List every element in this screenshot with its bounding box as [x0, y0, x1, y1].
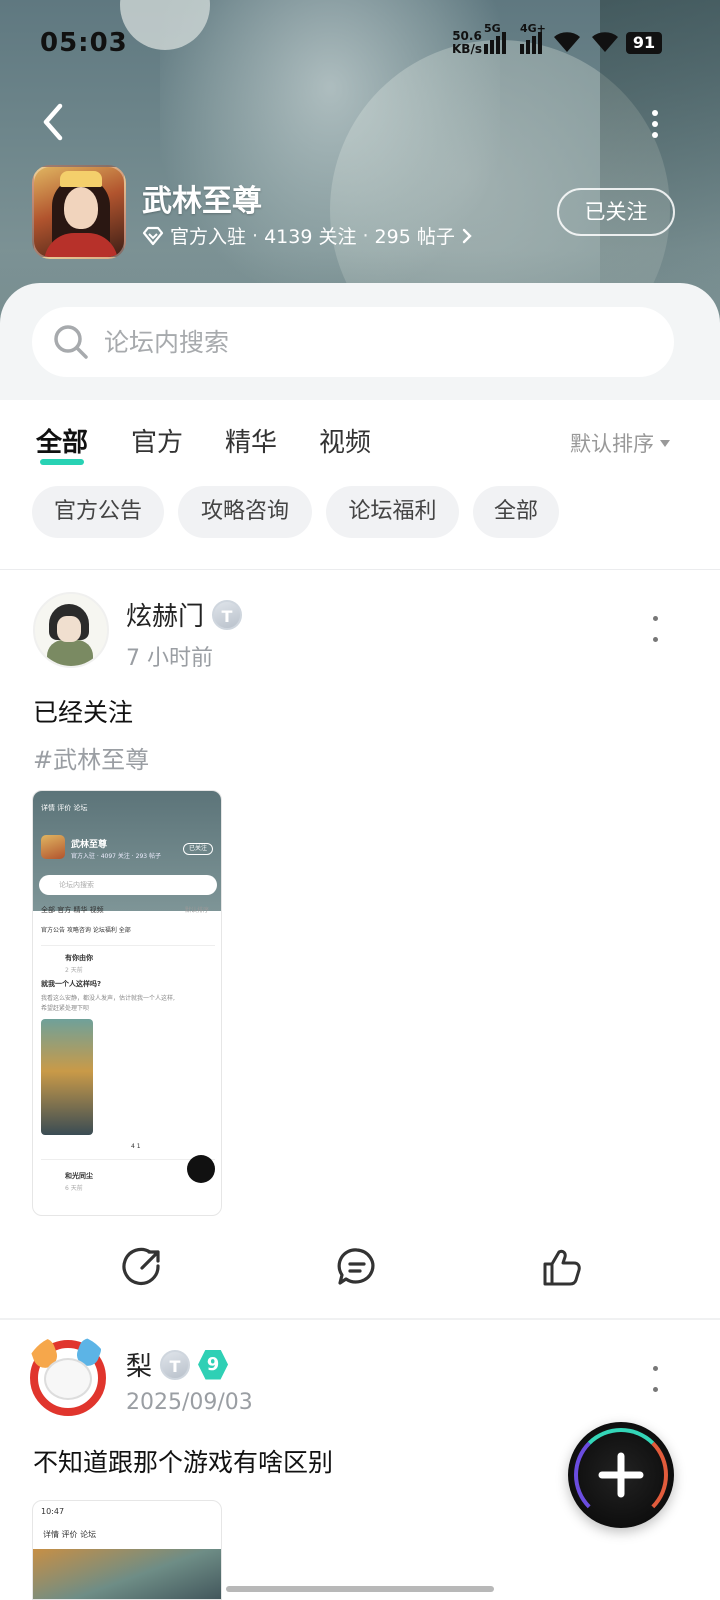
caret-down-icon	[660, 439, 670, 447]
network-speed: 50.6 KB/s	[452, 29, 482, 56]
post-more-button[interactable]	[645, 616, 665, 642]
more-dot-icon	[652, 132, 658, 138]
avatar[interactable]	[33, 592, 109, 668]
level-badge-icon: T	[212, 599, 243, 630]
more-dot-icon	[652, 121, 658, 127]
followers-count: 4139 关注	[264, 226, 357, 248]
signal-4g-icon: 4G+	[520, 22, 546, 54]
like-icon[interactable]	[541, 1246, 583, 1288]
post-author[interactable]: 炫赫门 T	[126, 596, 243, 633]
more-dot-icon	[652, 1387, 658, 1392]
post-topic-tag[interactable]: #武林至尊	[33, 740, 149, 775]
more-options-button[interactable]	[640, 104, 670, 144]
game-meta-row[interactable]: 官方入驻 · 4139 关注 · 295 帖子	[142, 222, 473, 249]
search-panel	[0, 283, 720, 401]
active-tab-indicator	[40, 459, 84, 465]
sort-label: 默认排序	[570, 432, 654, 456]
post-author[interactable]: 梨 T 9	[126, 1346, 229, 1383]
status-time: 05:03	[40, 28, 128, 58]
tab-all[interactable]: 全部	[36, 422, 88, 465]
level-number-badge-icon: 9	[198, 1349, 229, 1380]
share-icon[interactable]	[122, 1246, 164, 1288]
search-input[interactable]	[104, 327, 604, 357]
more-dot-icon	[652, 616, 658, 621]
chip-announcements[interactable]: 官方公告	[32, 486, 164, 538]
sort-dropdown[interactable]: 默认排序	[570, 428, 670, 458]
post-image[interactable]: 10:47 详情 评价 论坛	[32, 1500, 222, 1600]
post-image[interactable]: 详情 评价 论坛 武林至尊 官方入驻 · 4097 关注 · 293 帖子 已关…	[32, 790, 222, 1216]
posts-count: 295 帖子	[374, 226, 455, 248]
game-title: 武林至尊	[142, 184, 262, 219]
post-text[interactable]: 已经关注	[33, 693, 133, 729]
game-icon[interactable]	[32, 165, 126, 259]
plus-icon	[598, 1452, 644, 1498]
back-arrow-icon[interactable]	[36, 102, 72, 142]
create-post-button[interactable]	[568, 1422, 674, 1528]
tab-video[interactable]: 视频	[319, 422, 371, 459]
more-dot-icon	[652, 1366, 658, 1371]
chip-all[interactable]: 全部	[473, 486, 559, 538]
chevron-right-icon	[462, 228, 472, 243]
search-icon	[54, 325, 88, 359]
level-badge-icon: T	[160, 1349, 191, 1380]
signal-5g-icon: 5G	[484, 22, 506, 54]
divider	[0, 1318, 720, 1320]
tab-official[interactable]: 官方	[131, 422, 183, 459]
divider	[0, 569, 720, 570]
status-bar: 05:03 50.6 KB/s 5G 4G+ 91	[0, 22, 720, 66]
forum-search-bar[interactable]	[32, 307, 674, 377]
post-time: 2025/09/03	[126, 1390, 253, 1415]
certified-label: 官方入驻	[170, 226, 247, 248]
battery-indicator: 91	[626, 32, 662, 54]
more-dot-icon	[652, 110, 658, 116]
post-text[interactable]: 不知道跟那个游戏有啥区别	[33, 1443, 333, 1479]
post-actions	[0, 1246, 720, 1306]
followed-button[interactable]: 已关注	[557, 188, 675, 236]
wifi-icon-2	[592, 32, 618, 52]
avatar[interactable]	[24, 1334, 112, 1422]
tab-featured[interactable]: 精华	[225, 422, 277, 459]
wifi-icon	[554, 32, 580, 52]
category-tabs: 全部 官方 精华 视频 默认排序	[0, 400, 720, 480]
filter-chips: 官方公告 攻略咨询 论坛福利 全部	[0, 486, 720, 538]
chip-strategy[interactable]: 攻略咨询	[178, 486, 312, 538]
post-more-button[interactable]	[645, 1366, 665, 1392]
home-indicator[interactable]	[226, 1586, 494, 1592]
post-time: 7 小时前	[126, 646, 213, 671]
diamond-icon	[142, 226, 164, 245]
more-dot-icon	[652, 637, 658, 642]
chip-welfare[interactable]: 论坛福利	[326, 486, 459, 538]
comment-icon[interactable]	[336, 1246, 378, 1288]
